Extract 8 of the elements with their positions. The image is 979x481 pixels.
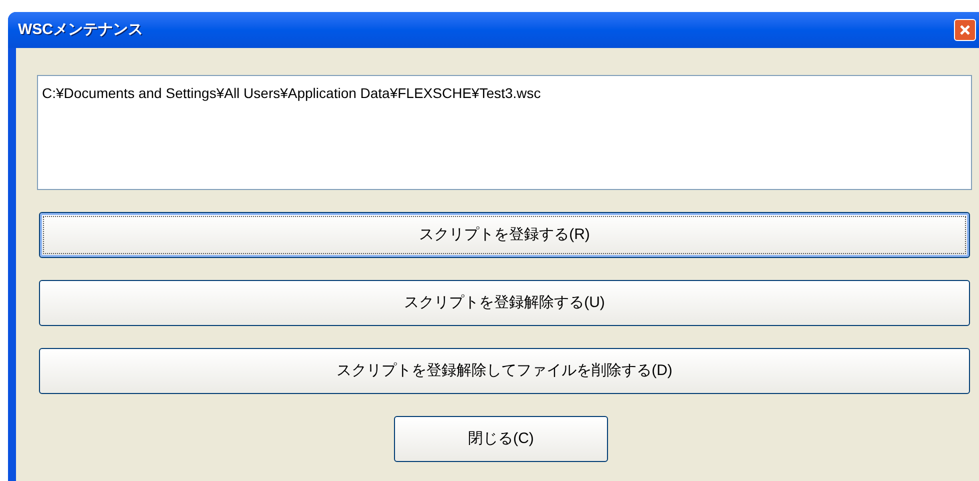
window-title: WSCメンテナンス	[18, 20, 143, 40]
close-icon	[959, 24, 971, 36]
close-button[interactable]	[954, 19, 976, 41]
close-dialog-button[interactable]: 閉じる(C)	[394, 416, 608, 462]
action-button[interactable]: スクリプトを登録する(R)	[39, 212, 970, 258]
action-button[interactable]: スクリプトを登録解除してファイルを削除する(D)	[39, 348, 970, 394]
action-button[interactable]: スクリプトを登録解除する(U)	[39, 280, 970, 326]
path-text-box[interactable]: C:¥Documents and Settings¥All Users¥Application Data¥FLEXSCHE¥Test3.wsc	[37, 75, 972, 190]
